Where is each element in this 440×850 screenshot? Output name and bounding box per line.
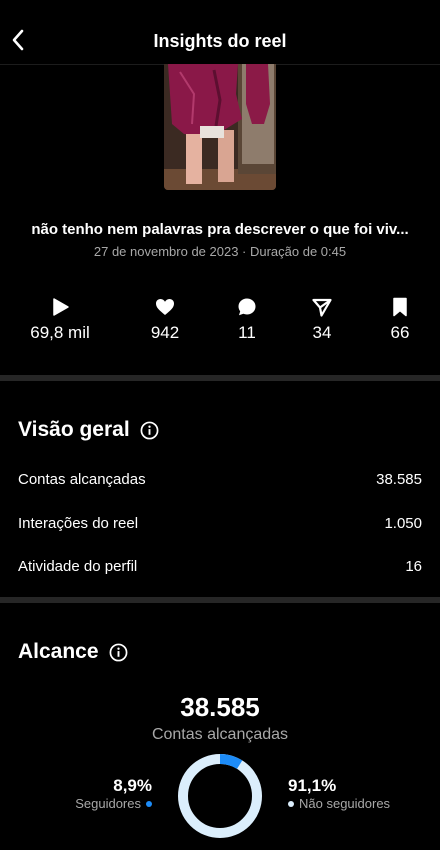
bookmark-icon	[393, 297, 407, 317]
non-followers-dot	[288, 801, 294, 807]
non-followers-label: Não seguidores	[299, 796, 391, 811]
shares-count: 34	[312, 323, 332, 342]
plays-count: 69,8 mil	[30, 323, 90, 342]
saves-stat: 66	[355, 296, 440, 344]
row-value: 16	[405, 557, 422, 575]
reel-thumbnail-image	[164, 64, 276, 190]
saves-count: 66	[390, 323, 410, 342]
section-divider	[0, 597, 440, 603]
reel-date-duration: 27 de novembro de 2023 · Duração de 0:45	[93, 244, 347, 259]
top-bar: Insights do reel	[0, 0, 440, 65]
non-followers-percent: 91,1%	[288, 776, 337, 795]
followers-label: Seguidores	[75, 796, 141, 811]
plays-stat: 69,8 mil	[15, 296, 105, 344]
reach-title-text: Alcance	[18, 640, 99, 663]
reach-section-title: Alcance	[18, 639, 128, 665]
info-icon[interactable]	[109, 643, 128, 662]
shares-stat: 34	[277, 296, 367, 344]
row-label: Atividade do perfil	[18, 557, 138, 575]
overview-section-title: Visão geral	[18, 417, 159, 443]
overview-title-text: Visão geral	[18, 418, 130, 441]
likes-count: 942	[150, 323, 180, 342]
overview-row-profile-activity[interactable]: Atividade do perfil 16	[18, 554, 422, 578]
row-value: 1.050	[384, 514, 422, 532]
non-followers-arc	[178, 754, 262, 838]
followers-share: 8,9% Seguidores	[75, 776, 152, 812]
reel-thumbnail[interactable]	[164, 64, 276, 190]
overview-row-accounts-reached[interactable]: Contas alcançadas 38.585	[18, 467, 422, 491]
section-divider	[0, 375, 440, 381]
reel-caption: não tenho nem palavras pra descrever o q…	[31, 221, 409, 238]
followers-dot	[146, 801, 152, 807]
non-followers-share: 91,1% Não seguidores	[288, 776, 390, 812]
overview-row-reel-interactions[interactable]: Interações do reel 1.050	[18, 511, 422, 535]
info-icon[interactable]	[140, 421, 159, 440]
reach-total-label: Contas alcançadas	[151, 726, 289, 743]
reach-total: 38.585	[180, 692, 260, 722]
send-icon	[312, 298, 332, 317]
comment-icon	[238, 298, 256, 316]
followers-percent: 8,9%	[113, 776, 152, 795]
heart-icon	[156, 299, 174, 315]
reach-donut-chart	[178, 754, 262, 838]
page-title: Insights do reel	[153, 31, 287, 51]
row-label: Contas alcançadas	[18, 470, 146, 488]
likes-stat: 942	[120, 296, 210, 344]
row-value: 38.585	[376, 470, 422, 488]
reel-insights-screen: Insights do reel não tenho nem palavras …	[0, 0, 440, 850]
play-icon	[53, 298, 69, 316]
row-label: Interações do reel	[18, 514, 139, 532]
